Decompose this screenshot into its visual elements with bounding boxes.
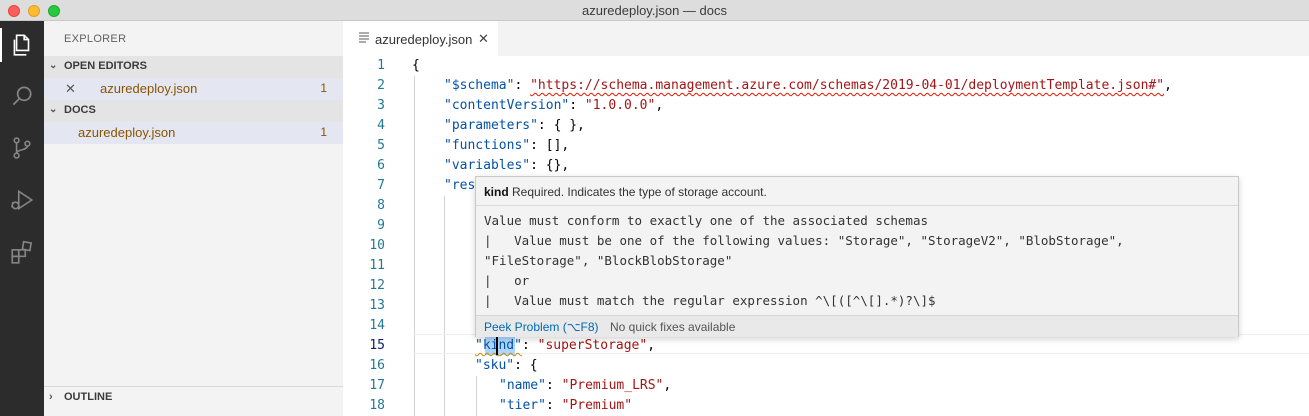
docs-folder-label: DOCS	[64, 104, 96, 116]
window-title: azuredeploy.json — docs	[581, 3, 727, 18]
docs-folder-header[interactable]: ⌄ DOCS	[44, 100, 343, 122]
hover-message-line: | or	[484, 273, 530, 288]
hover-message-line: "FileStorage", "BlockBlobStorage"	[484, 253, 733, 268]
code-line-18[interactable]: "tier": "Premium"	[499, 396, 632, 416]
line-number: 11	[369, 258, 385, 273]
problem-count-badge: 1	[320, 125, 327, 139]
code-line-6[interactable]: "variables": {},	[444, 156, 569, 176]
line-number: 1	[377, 58, 385, 73]
code-line-17[interactable]: "name": "Premium_LRS",	[499, 376, 671, 396]
line-number: 8	[377, 198, 385, 213]
no-quick-fixes-label: No quick fixes available	[610, 320, 736, 334]
code-line-5[interactable]: "functions": [],	[444, 136, 569, 156]
indent-guide	[476, 376, 477, 416]
hover-message-line: | Value must be one of the following val…	[484, 233, 1124, 248]
run-debug-icon[interactable]	[5, 183, 39, 217]
code-line-7[interactable]: "res	[444, 176, 475, 196]
line-number: 17	[369, 378, 385, 393]
code-line-1[interactable]: {	[412, 56, 420, 76]
chevron-down-icon: ⌄	[49, 60, 58, 71]
hover-message-line: | Value must match the regular expressio…	[484, 293, 936, 308]
line-number: 14	[369, 318, 385, 333]
active-indicator	[0, 28, 2, 62]
code-line-2[interactable]: "$schema": "https://schema.management.az…	[444, 76, 1172, 96]
chevron-right-icon: ›	[49, 391, 53, 403]
hover-divider	[476, 205, 1238, 206]
close-icon[interactable]: ✕	[478, 31, 489, 47]
close-icon[interactable]: ✕	[65, 81, 76, 97]
line-number: 12	[369, 278, 385, 293]
code-line-16[interactable]: "sku": {	[475, 356, 538, 376]
schema-url-error: "https://schema.management.azure.com/sch…	[530, 78, 1165, 93]
extensions-icon[interactable]	[5, 235, 39, 269]
code-line-4[interactable]: "parameters": { },	[444, 116, 585, 136]
line-number: 18	[369, 398, 385, 413]
file-name: azuredeploy.json	[78, 125, 176, 140]
code-line-3[interactable]: "contentVersion": "1.0.0.0",	[444, 96, 663, 116]
hover-description: Required. Indicates the type of storage …	[508, 185, 767, 199]
chevron-down-icon: ⌄	[49, 104, 58, 115]
open-editors-header[interactable]: ⌄ OPEN EDITORS	[44, 56, 343, 78]
hover-tooltip: kind Required. Indicates the type of sto…	[475, 176, 1239, 337]
sidebar-title: EXPLORER	[64, 33, 127, 45]
title-bar: azuredeploy.json — docs	[0, 0, 1309, 21]
hover-header: kind Required. Indicates the type of sto…	[484, 185, 767, 199]
file-name: azuredeploy.json	[100, 81, 198, 96]
line-number: 3	[377, 98, 385, 113]
outline-label: OUTLINE	[64, 391, 113, 403]
line-number: 7	[377, 178, 385, 193]
source-control-icon[interactable]	[5, 131, 39, 165]
hover-message-line: Value must conform to exactly one of the…	[484, 213, 929, 228]
line-number: 16	[369, 358, 385, 373]
hover-property: kind	[484, 185, 509, 199]
file-icon	[359, 32, 369, 43]
activity-bar	[0, 21, 44, 416]
explorer-sidebar: EXPLORER ⌄ OPEN EDITORS ✕ azuredeploy.js…	[44, 21, 343, 416]
peek-problem-link[interactable]: Peek Problem (⌥F8)	[484, 320, 599, 334]
open-editors-label: OPEN EDITORS	[64, 60, 147, 72]
explorer-icon[interactable]	[5, 28, 39, 62]
search-icon[interactable]	[5, 79, 39, 113]
line-number: 10	[369, 238, 385, 253]
open-editor-item[interactable]: ✕ azuredeploy.json 1	[44, 78, 343, 100]
tab-bar: azuredeploy.json ✕	[343, 21, 1309, 56]
problem-count-badge: 1	[320, 81, 327, 95]
line-number: 4	[377, 118, 385, 133]
tab-label: azuredeploy.json	[375, 32, 473, 47]
text-cursor	[496, 337, 498, 355]
tab-azuredeploy[interactable]: azuredeploy.json ✕	[343, 21, 498, 56]
indent-guide	[414, 76, 415, 416]
docs-file-item[interactable]: azuredeploy.json 1	[44, 122, 343, 144]
hover-message: Value must conform to exactly one of the…	[484, 211, 1124, 311]
line-number: 5	[377, 138, 385, 153]
line-number: 6	[377, 158, 385, 173]
outline-header[interactable]: › OUTLINE	[44, 386, 343, 408]
line-number: 13	[369, 298, 385, 313]
code-line-15[interactable]: "kind": "superStorage",	[475, 336, 655, 356]
line-number: 15	[369, 338, 385, 353]
line-number: 2	[377, 78, 385, 93]
hover-status-bar: Peek Problem (⌥F8) No quick fixes availa…	[476, 315, 1238, 337]
indent-guide	[444, 196, 445, 416]
line-number: 9	[377, 218, 385, 233]
